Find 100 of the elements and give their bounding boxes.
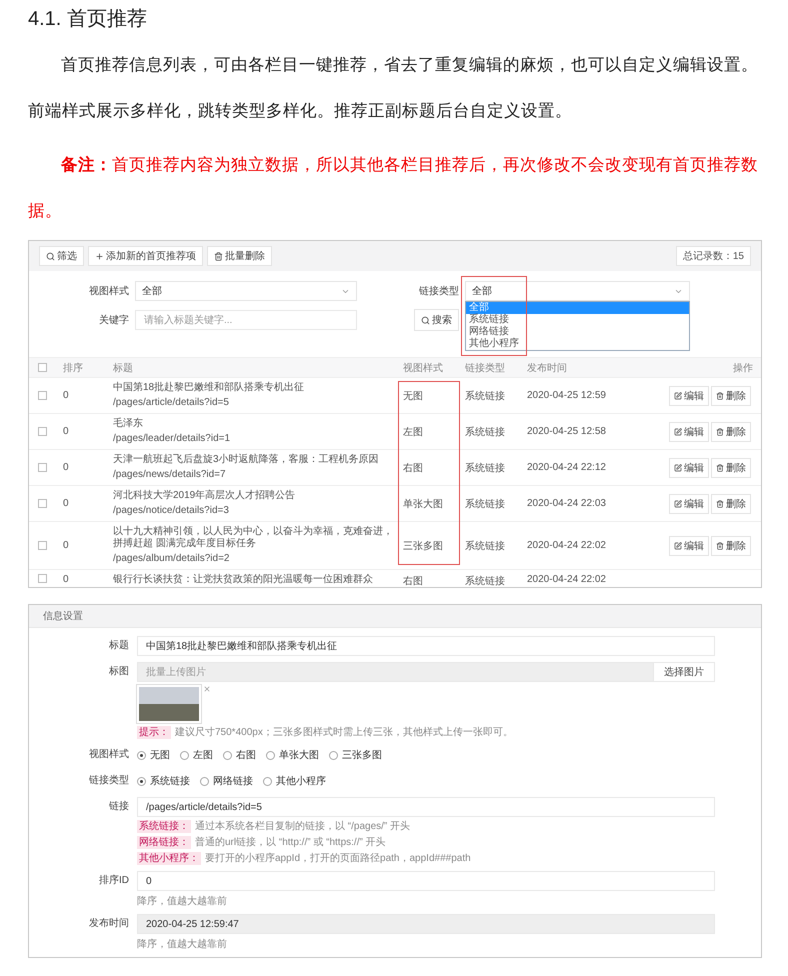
- radio-option[interactable]: 左图: [180, 748, 213, 762]
- toolbar-button[interactable]: 筛选: [39, 246, 84, 266]
- table-cell-text: 毛泽东: [113, 418, 144, 430]
- delete-button[interactable]: 删除: [711, 458, 751, 478]
- table-cell-text: 2020-04-24 22:02: [526, 574, 607, 585]
- hint-text: 建议尺寸750*400px；三张多图样式时需上传三张，其他样式上传一张即可。: [175, 726, 513, 739]
- filter-label: 视图样式: [88, 284, 129, 298]
- section-heading: 4.1. 首页推荐: [28, 7, 148, 32]
- checkbox[interactable]: [38, 574, 47, 583]
- title-field[interactable]: 中国第18批赴黎巴嫩维和部队搭乘专机出征: [137, 636, 715, 656]
- link-type-select[interactable]: 全部: [465, 281, 690, 301]
- table-cell-text: /pages/leader/details?id=1: [113, 433, 232, 445]
- edit-icon: [674, 428, 682, 436]
- radio-option[interactable]: 其他小程序: [263, 774, 326, 788]
- link-field[interactable]: /pages/article/details?id=5: [137, 797, 715, 817]
- checkbox[interactable]: [38, 463, 47, 472]
- edit-button[interactable]: 编辑: [669, 536, 709, 556]
- trash-icon: [716, 392, 724, 400]
- table-cell-text: 0: [62, 574, 70, 585]
- trash-icon: [214, 252, 223, 260]
- table-cell-text: 天津一航班起飞后盘旋3小时返航降落，客服：工程机务原因: [113, 454, 380, 466]
- checkbox[interactable]: [38, 499, 47, 508]
- upload-field[interactable]: 批量上传图片 选择图片: [137, 662, 715, 682]
- table-cell-text: 系统链接: [464, 426, 506, 438]
- radio-button[interactable]: [137, 750, 146, 760]
- radio-button[interactable]: [329, 750, 338, 760]
- table-cell-text: 0: [62, 498, 70, 509]
- table-cell-text: 河北科技大学2019年高层次人才招聘公告: [113, 490, 296, 502]
- search-icon: [46, 252, 55, 260]
- radio-option[interactable]: 无图: [137, 748, 170, 762]
- radio-button[interactable]: [266, 750, 275, 760]
- delete-button[interactable]: 删除: [711, 386, 751, 406]
- checkbox[interactable]: [38, 541, 47, 550]
- filter-label: 关键字: [98, 314, 129, 327]
- edit-button[interactable]: 编辑: [669, 422, 709, 442]
- delete-button[interactable]: 删除: [711, 494, 751, 514]
- table-cell-text: 单张大图: [402, 498, 444, 510]
- table-cell-text: 0: [62, 540, 70, 551]
- column-header: 发布时间: [526, 362, 568, 374]
- table-cell-text: 2020-04-25 12:58: [526, 426, 607, 437]
- delete-button[interactable]: 删除: [711, 422, 751, 442]
- edit-icon: [674, 542, 682, 550]
- panel-header: 信息设置: [29, 605, 761, 628]
- table-cell-text: 系统链接: [464, 390, 506, 402]
- filter-label: 链接类型: [418, 284, 459, 298]
- table-cell-text: 中国第18批赴黎巴嫩维和部队搭乘专机出征: [113, 382, 306, 394]
- table-cell-text: 三张多图: [402, 540, 444, 552]
- delete-button[interactable]: 删除: [711, 536, 751, 556]
- close-icon[interactable]: [203, 685, 211, 693]
- trash-icon: [716, 500, 724, 508]
- body-paragraph: 首页推荐信息列表，可由各栏目一键推荐，省去了重复编辑的麻烦，也可以自定义编辑设置。前端样式展示多样化，跳转类型多样化。推荐正副标题后台自定义设置。: [28, 55, 759, 122]
- field-label: 链接: [108, 800, 129, 814]
- edit-button[interactable]: 编辑: [669, 386, 709, 406]
- search-button[interactable]: 搜索: [414, 309, 459, 331]
- radio-option[interactable]: 单张大图: [266, 748, 319, 762]
- table-cell-text: 2020-04-24 22:03: [526, 498, 607, 509]
- field-label: 标图: [108, 664, 129, 679]
- table-cell-text: 0: [62, 390, 70, 401]
- radio-button[interactable]: [223, 750, 232, 760]
- hint-text: 通过本系统各栏目复制的链接，以 “/pages/” 开头: [195, 820, 410, 833]
- table-cell-text: 2020-04-24 22:12: [526, 462, 607, 473]
- hint-tag: 提示：: [137, 726, 171, 739]
- checkbox[interactable]: [38, 391, 47, 400]
- table-cell-text: 系统链接: [464, 498, 506, 510]
- total-count: 总记录数：15: [676, 246, 751, 266]
- toolbar-button[interactable]: 添加新的首页推荐项: [88, 246, 203, 266]
- view-style-select[interactable]: 全部: [135, 281, 357, 301]
- plus-icon: [95, 252, 104, 260]
- edit-button[interactable]: 编辑: [669, 458, 709, 478]
- checkbox[interactable]: [38, 427, 47, 436]
- radio-button[interactable]: [200, 776, 209, 786]
- table-cell-text: /pages/album/details?id=2: [113, 553, 230, 565]
- edit-button[interactable]: 编辑: [669, 494, 709, 514]
- radio-button[interactable]: [180, 750, 189, 760]
- radio-button[interactable]: [137, 776, 146, 786]
- note-paragraph: 备注：首页推荐内容为独立数据，所以其他各栏目推荐后，再次修改不会改变现有首页推荐数据。: [28, 154, 759, 222]
- column-header: 视图样式: [402, 362, 444, 374]
- hint-tag: 网络链接：: [137, 836, 191, 849]
- table-cell-text: 无图: [402, 390, 424, 402]
- table-cell-text: /pages/notice/details?id=3: [113, 505, 230, 517]
- table-cell-text: 系统链接: [464, 540, 506, 552]
- hint-tag: 其他小程序：: [137, 852, 201, 865]
- table-cell-text: 以十九大精神引领，以人民为中心，以奋斗为幸福，克难奋进，拼搏赶超 圆满完成年度目标任务: [113, 526, 394, 550]
- field-label: 标题: [108, 638, 129, 653]
- checkbox[interactable]: [38, 363, 47, 372]
- radio-option[interactable]: 网络链接: [200, 774, 253, 788]
- table-cell-text: 2020-04-25 12:59: [526, 390, 607, 401]
- radio-option[interactable]: 三张多图: [329, 748, 382, 762]
- table-cell-text: 左图: [402, 426, 424, 438]
- radio-option[interactable]: 右图: [223, 748, 256, 762]
- table-cell-text: /pages/article/details?id=5: [113, 397, 230, 409]
- edit-icon: [674, 464, 682, 472]
- hint-text: 要打开的小程序appId，打开的页面路径path，appId###path: [205, 852, 471, 865]
- table-cell-text: 银行行长谈扶贫：让党扶贫政策的阳光温暖每一位困难群众: [113, 574, 374, 586]
- toolbar-button[interactable]: 批量删除: [207, 246, 272, 266]
- radio-option[interactable]: 系统链接: [137, 774, 190, 788]
- radio-button[interactable]: [263, 776, 272, 786]
- table-cell-text: 右图: [402, 462, 424, 474]
- field-label: 发布时间: [88, 916, 129, 931]
- sort-field[interactable]: 0: [137, 871, 715, 891]
